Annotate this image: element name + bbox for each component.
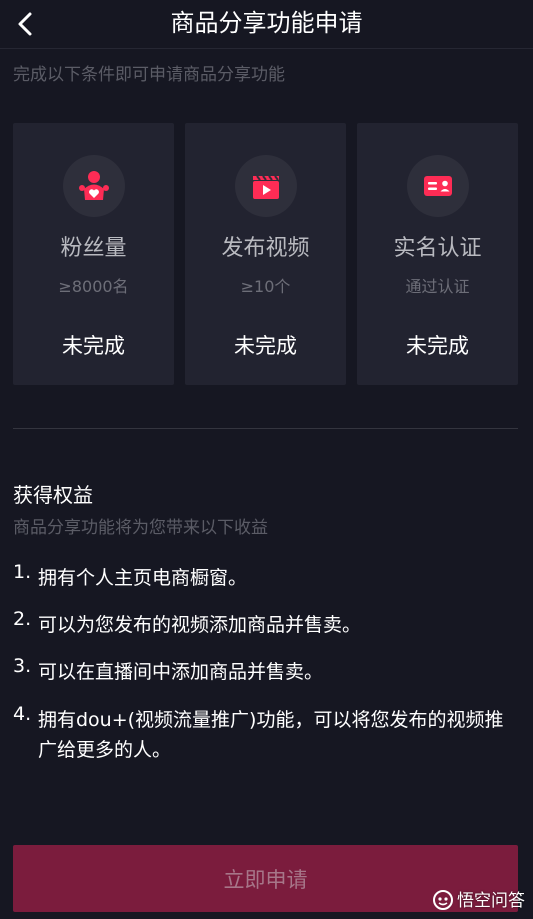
benefit-item: 3. 可以在直播间中添加商品并售卖。	[13, 655, 518, 687]
condition-requirement: ≥8000名	[58, 277, 129, 296]
condition-title: 发布视频	[221, 236, 310, 261]
benefit-text: 可以在直播间中添加商品并售卖。	[38, 661, 324, 683]
section-divider	[13, 428, 518, 429]
id-card-icon	[406, 155, 469, 217]
benefit-item: 1. 拥有个人主页电商橱窗。	[13, 561, 518, 593]
benefit-text: 可以为您发布的视频添加商品并售卖。	[38, 614, 362, 636]
benefit-number: 2.	[13, 608, 32, 630]
page-title: 商品分享功能申请	[170, 9, 363, 37]
benefit-number: 4.	[13, 703, 32, 725]
benefit-item: 4. 拥有dou+(视频流量推广)功能，可以将您发布的视频推广给更多的人。	[13, 703, 518, 765]
watermark-text: 悟空问答	[457, 891, 525, 911]
conditions-cards: 粉丝量 ≥8000名 未完成 发布视频 ≥10个 未完成 实名认证 通过认证 未…	[13, 123, 518, 385]
benefit-item: 2. 可以为您发布的视频添加商品并售卖。	[13, 608, 518, 640]
benefit-number: 3.	[13, 655, 32, 677]
condition-status: 未完成	[62, 334, 125, 358]
condition-card-realname: 实名认证 通过认证 未完成	[357, 123, 518, 385]
benefit-number: 1.	[13, 561, 32, 583]
condition-requirement: ≥10个	[240, 277, 291, 296]
condition-status: 未完成	[406, 334, 469, 358]
benefits-subtitle: 商品分享功能将为您带来以下收益	[13, 518, 268, 538]
condition-title: 实名认证	[393, 236, 482, 261]
condition-status: 未完成	[234, 334, 297, 358]
watermark: 悟空问答	[432, 886, 525, 911]
benefit-text: 拥有个人主页电商橱窗。	[38, 567, 248, 589]
condition-title: 粉丝量	[60, 236, 127, 261]
condition-card-fans: 粉丝量 ≥8000名 未完成	[13, 123, 174, 385]
top-bar: 商品分享功能申请	[0, 0, 533, 49]
fans-icon	[62, 155, 125, 217]
condition-card-videos: 发布视频 ≥10个 未完成	[185, 123, 346, 385]
wukong-logo-icon	[433, 889, 453, 910]
benefit-text: 拥有dou+(视频流量推广)功能，可以将您发布的视频推广给更多的人。	[38, 709, 504, 761]
conditions-subtitle: 完成以下条件即可申请商品分享功能	[13, 65, 285, 85]
benefits-title: 获得权益	[13, 483, 93, 507]
video-clapper-icon	[234, 155, 297, 217]
condition-requirement: 通过认证	[405, 277, 470, 296]
